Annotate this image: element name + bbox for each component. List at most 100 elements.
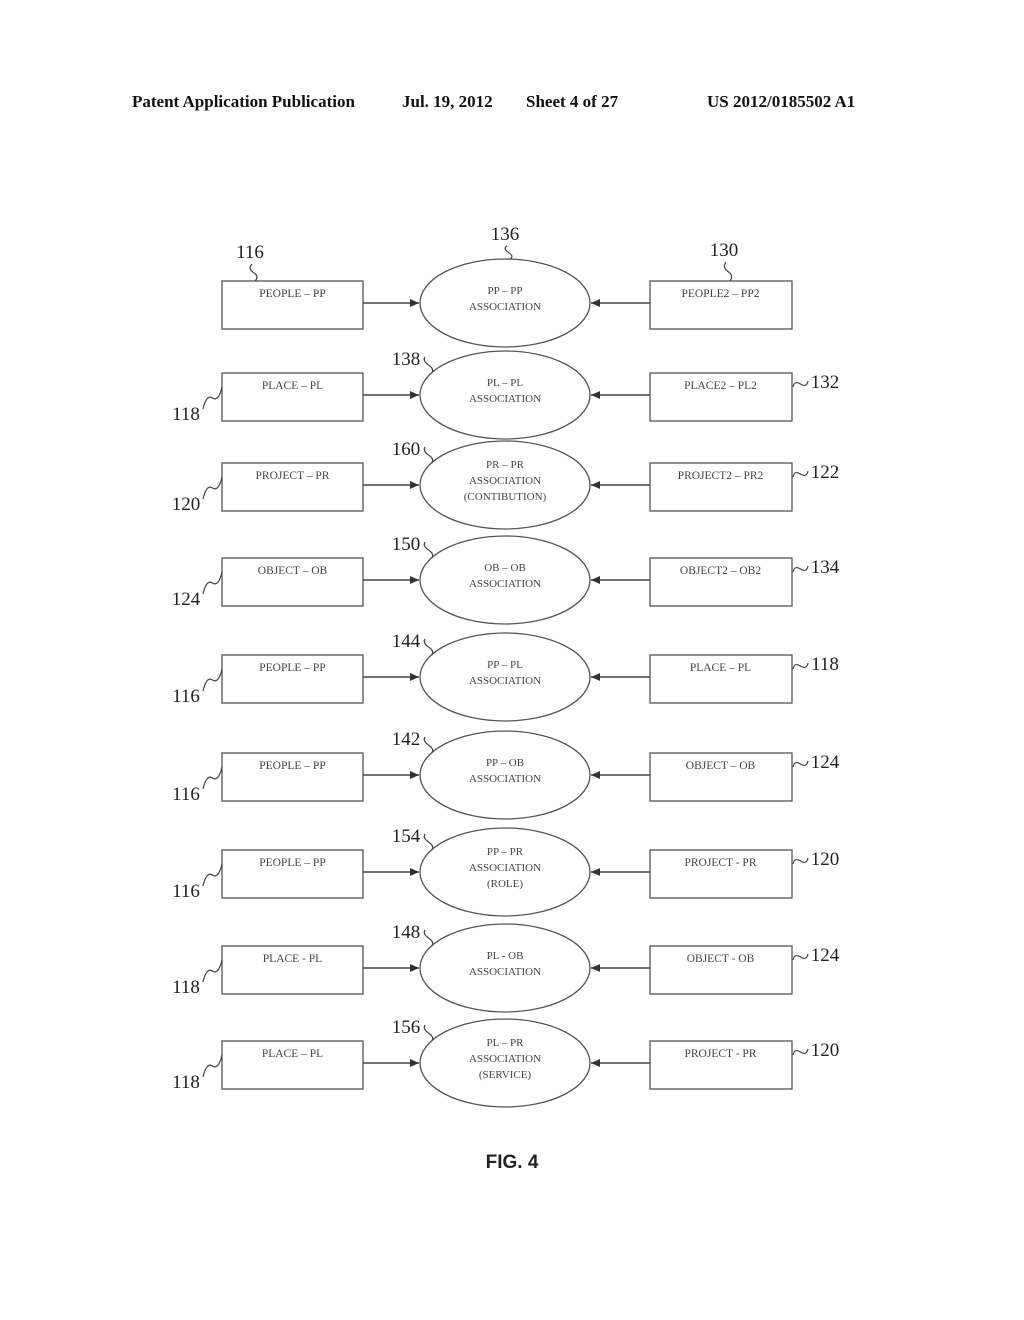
ref-numeral-left: 120 [172,494,201,515]
leader-line [792,760,809,768]
ref-numeral-association: 150 [392,534,421,555]
leader-line [792,380,809,388]
entity-box-label: PLACE - PL [263,953,322,965]
association-label-line: PL – PR [487,1037,525,1049]
association-ellipse: PL – PR ASSOCIATION (SERVICE) [419,1018,591,1108]
entity-box-left: OBJECT – OB [221,557,364,607]
entity-box-label: PROJECT - PR [684,857,756,869]
entity-box-left: PEOPLE – PP [221,752,364,802]
ref-numeral-association: 148 [392,922,421,943]
entity-box-right: PEOPLE2 – PP2 [649,280,793,330]
ref-numeral-left: 124 [172,589,201,610]
ref-numeral-association: 142 [392,729,421,750]
ref-numeral-association: 156 [392,1017,421,1038]
leader-line [423,929,434,947]
entity-box-label: PEOPLE2 – PP2 [682,288,760,300]
leader-line [723,261,733,282]
ref-numeral-association: 154 [392,826,421,847]
association-label-line: ASSOCIATION [469,773,541,785]
entity-box-label: PEOPLE – PP [259,288,325,300]
entity-box-left: PROJECT – PR [221,462,364,512]
ref-numeral-association: 138 [392,349,421,370]
ref-numeral-left: 118 [172,404,200,425]
association-label-line: PL - OB [487,950,524,962]
entity-box-label: PEOPLE – PP [259,857,325,869]
ref-numeral-left: 116 [172,784,200,805]
association-label-line: PR – PR [486,459,525,471]
ref-numeral-left: 118 [172,1072,200,1093]
association-label-line: ASSOCIATION [469,475,541,487]
entity-box-right: PROJECT2 – PR2 [649,462,793,512]
leader-line [792,1048,809,1056]
entity-box-label: PROJECT – PR [256,470,330,482]
entity-box-right: OBJECT – OB [649,752,793,802]
association-row: OBJECT – OB OBJECT2 – OB2 OB – OB ASSOCIATI… [172,534,840,625]
entity-box-left: PEOPLE – PP [221,654,364,704]
entity-box-right: PLACE2 – PL2 [649,372,793,422]
leader-line [423,356,434,374]
association-row: PROJECT – PR PROJECT2 – PR2 PR – PR ASSOCIA… [172,439,840,530]
entity-box-right: PLACE – PL [649,654,793,704]
association-row: PEOPLE – PP OBJECT – OB PP – OB ASSOCIATION… [172,729,840,820]
leader-line [202,668,223,692]
entity-box-label: PLACE – PL [690,662,751,674]
association-ellipse: PP – PL ASSOCIATION [419,632,591,722]
entity-box-left: PLACE - PL [221,945,364,995]
ref-numeral-association: 144 [392,631,421,652]
association-row: PLACE – PL PROJECT - PR PL – PR ASSOCIATION… [172,1017,840,1108]
association-ellipse: PR – PR ASSOCIATION (CONTIBUTION) [419,440,591,530]
ref-numeral-right: 132 [811,372,840,393]
entity-box-label: PEOPLE – PP [259,662,325,674]
leader-line [423,736,434,754]
entity-box-label: OBJECT – OB [258,565,328,577]
association-label-line: PP – PL [487,659,523,671]
leader-line [792,953,809,961]
entity-box-left: PEOPLE – PP [221,849,364,899]
association-label-line: PL – PL [487,377,524,389]
association-label-line: ASSOCIATION [469,966,541,978]
leader-line [249,263,258,282]
ref-numeral-right: 124 [811,945,840,966]
ref-numeral-right: 120 [811,1040,840,1061]
leader-line [202,959,223,983]
leader-line [423,1024,434,1042]
leader-line [792,565,809,573]
association-ellipse: PP – PP ASSOCIATION [419,258,591,348]
leader-line [423,446,434,464]
association-row: PEOPLE – PP PLACE – PL PP – PL ASSOCIATION 1… [172,631,839,722]
leader-line [202,476,223,500]
ref-numeral-right: 134 [811,557,840,578]
association-row: PEOPLE – PP PROJECT - PR PP – PR ASSOCIATIO… [172,826,840,917]
entity-box-right: PROJECT - PR [649,849,793,899]
association-label-line: (ROLE) [487,878,523,890]
entity-box-label: PLACE – PL [262,380,323,392]
ref-numeral-right: 122 [811,462,840,483]
entity-box-right: OBJECT2 – OB2 [649,557,793,607]
association-label-line: ASSOCIATION [469,393,541,405]
leader-line [202,571,223,595]
entity-box-label: OBJECT2 – OB2 [680,565,761,577]
association-ellipse: PL – PL ASSOCIATION [419,350,591,440]
association-label-line: (CONTIBUTION) [464,491,547,503]
ref-numeral-association: 160 [392,439,421,460]
association-ellipse: PL - OB ASSOCIATION [419,923,591,1013]
entity-box-label: PLACE – PL [262,1048,323,1060]
entity-box-label: PROJECT2 – PR2 [678,470,764,482]
entity-box-left: PEOPLE – PP [221,280,364,330]
association-label-line: ASSOCIATION [469,301,541,313]
leader-line [792,662,809,670]
association-row: PEOPLE – PP PEOPLE2 – PP2 PP – PP ASSOCIATI… [221,224,793,348]
ref-numeral-association: 136 [491,224,520,245]
leader-line [202,386,223,410]
entity-box-right: OBJECT - OB [649,945,793,995]
association-ellipse: OB – OB ASSOCIATION [419,535,591,625]
leader-line [423,833,434,851]
entity-box-label: PEOPLE – PP [259,760,325,772]
association-row: PLACE - PL OBJECT - OB PL - OB ASSOCIATION 1… [172,922,840,1013]
association-label-line: PP – PR [487,846,524,858]
ref-numeral-right: 120 [811,849,840,870]
ref-numeral-right: 118 [811,654,839,675]
entity-box-label: OBJECT – OB [686,760,756,772]
association-label-line: OB – OB [484,562,526,574]
association-label-line: ASSOCIATION [469,578,541,590]
